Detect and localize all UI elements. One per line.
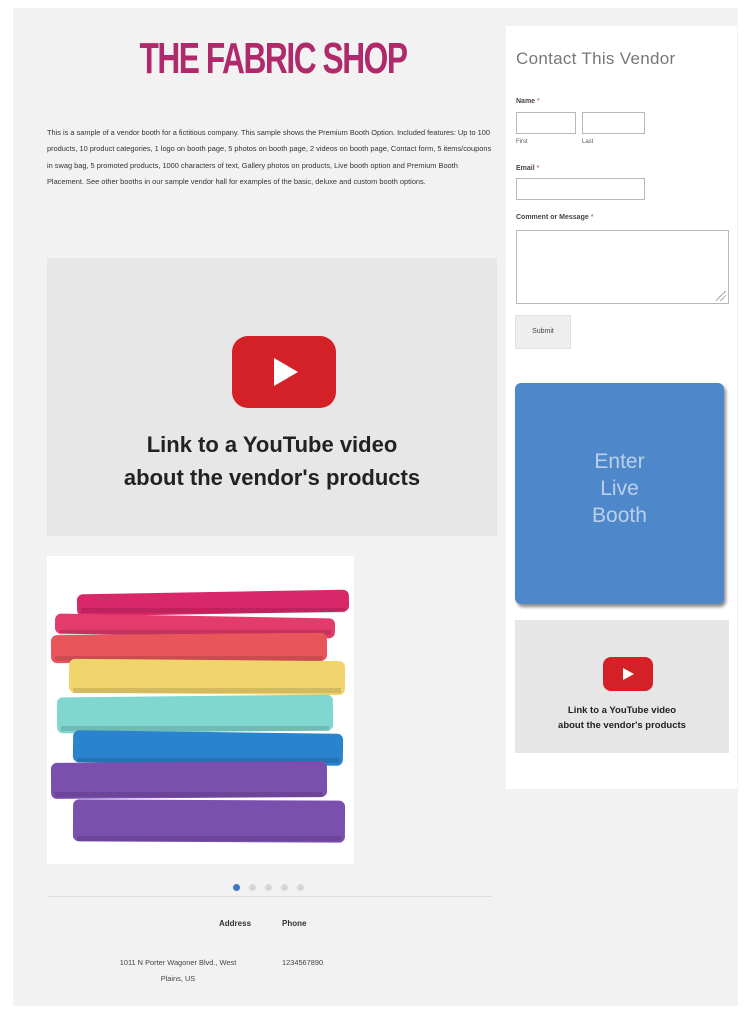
email-label: Email * — [516, 165, 539, 172]
first-sublabel: First — [516, 139, 528, 145]
required-mark: * — [536, 165, 540, 172]
youtube-play-icon[interactable] — [232, 336, 336, 408]
message-label-text: Comment or Message — [516, 214, 589, 221]
fabric-bolt-shadow — [81, 608, 345, 613]
phone-value: 1234567890 — [282, 958, 324, 967]
side-video-caption-line1: Link to a YouTube video — [567, 705, 677, 716]
message-textarea[interactable] — [516, 230, 729, 304]
message-label: Comment or Message * — [516, 214, 593, 221]
footer-divider — [47, 896, 492, 897]
main-video-caption: Link to a YouTube video about the vendor… — [47, 428, 497, 494]
shop-title: THE FABRIC SHOP — [139, 34, 408, 83]
main-video-caption-line1: Link to a YouTube video — [146, 432, 398, 457]
fabric-stack-image — [50, 589, 350, 843]
side-video-placeholder[interactable]: Link to a YouTube video about the vendor… — [515, 620, 729, 753]
photo-slider[interactable] — [47, 556, 354, 864]
address-value: 1011 N Porter Wagoner Blvd., West Plains… — [88, 955, 268, 987]
main-video-caption-line2: about the vendor's products — [123, 465, 421, 490]
phone-label: Phone — [282, 919, 307, 928]
main-video-placeholder[interactable]: Link to a YouTube video about the vendor… — [47, 258, 497, 536]
address-line2: Plains, US — [160, 974, 196, 983]
last-sublabel: Last — [582, 139, 594, 145]
contact-sidebar: Contact This Vendor Name * First Last Em… — [506, 26, 737, 789]
name-label: Name * — [516, 98, 540, 105]
resize-handle-icon[interactable] — [716, 291, 726, 301]
vendor-description: This is a sample of a vendor booth for a… — [47, 128, 492, 186]
slider-dots — [233, 884, 304, 891]
side-video-caption-line2: about the vendor's products — [558, 720, 686, 731]
youtube-play-icon[interactable] — [603, 657, 653, 691]
slider-dot[interactable] — [297, 884, 304, 891]
first-name-input[interactable] — [516, 112, 576, 134]
live-booth-line3: Booth — [592, 504, 647, 527]
fabric-bolt-shadow — [55, 792, 323, 797]
enter-live-booth-button[interactable]: Enter Live Booth — [515, 383, 724, 604]
submit-button[interactable]: Submit — [515, 315, 571, 349]
live-booth-line1: Enter — [594, 450, 645, 473]
name-label-text: Name — [516, 98, 536, 105]
required-mark: * — [537, 98, 540, 105]
email-label-text: Email — [516, 165, 535, 172]
fabric-bolt-shadow — [77, 836, 341, 841]
contact-title: Contact This Vendor — [516, 49, 676, 68]
email-input[interactable] — [516, 178, 645, 200]
slider-dot[interactable] — [249, 884, 256, 891]
fabric-bolt-shadow — [73, 688, 341, 693]
side-video-caption: Link to a YouTube video about the vendor… — [515, 703, 729, 733]
required-mark: * — [590, 214, 594, 221]
slider-dot[interactable] — [265, 884, 272, 891]
slider-dot[interactable] — [281, 884, 288, 891]
slider-dot[interactable] — [233, 884, 240, 891]
address-line1: 1011 N Porter Wagoner Blvd., West — [119, 958, 237, 967]
last-name-input[interactable] — [582, 112, 645, 134]
live-booth-line2: Live — [600, 477, 639, 500]
address-label: Address — [219, 919, 252, 928]
fabric-bolt-shadow — [61, 726, 329, 731]
